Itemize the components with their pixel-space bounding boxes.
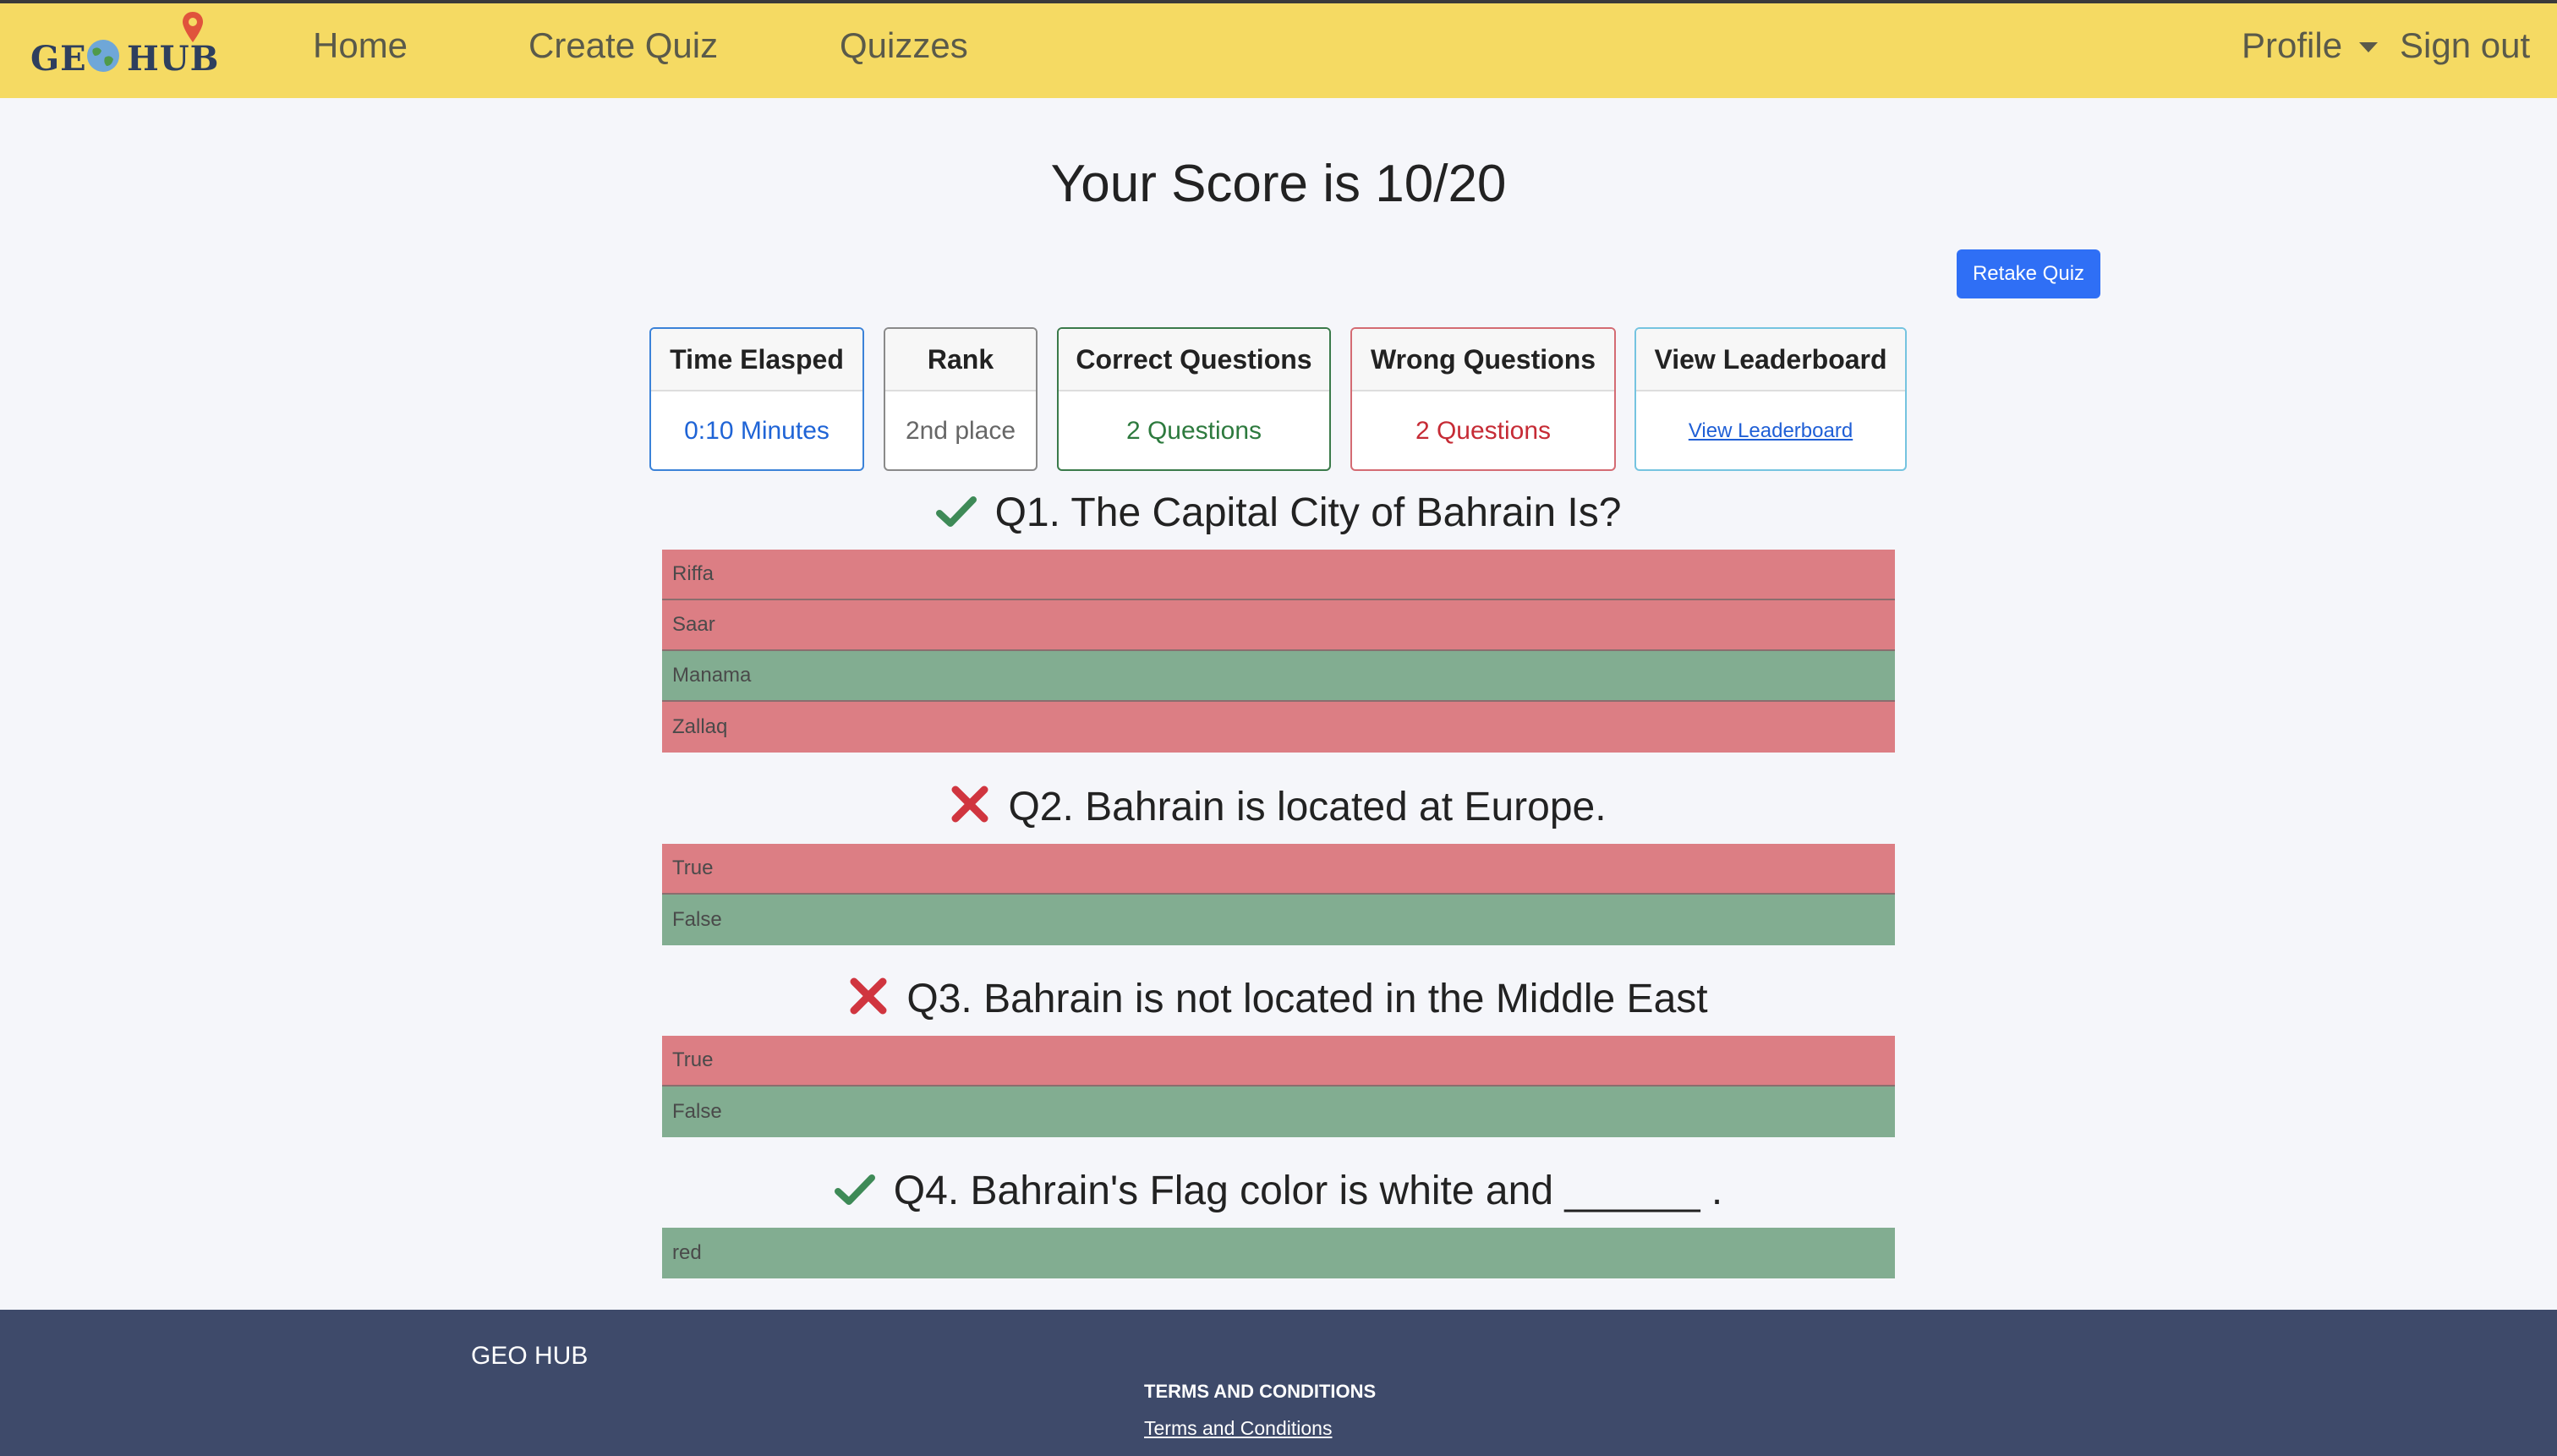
navbar: GE HUB Home Create Quiz Quizzes Profile … <box>0 0 2557 98</box>
card-header: Time Elasped <box>651 329 862 391</box>
cross-icon <box>950 785 989 834</box>
question-title: Q3. Bahrain is not located in the Middle… <box>0 976 2557 1026</box>
wrong-answer-option: True <box>662 1036 1895 1087</box>
nav-create-quiz[interactable]: Create Quiz <box>528 25 718 66</box>
terms-and-conditions-link[interactable]: Terms and Conditions <box>1144 1417 1332 1440</box>
wrong-questions-card: Wrong Questions 2 Questions <box>1350 327 1616 471</box>
card-header: Correct Questions <box>1059 329 1329 391</box>
cross-icon <box>849 977 888 1026</box>
logo-text-hub: HUB <box>127 39 220 79</box>
nav-sign-out[interactable]: Sign out <box>2400 25 2530 66</box>
question-text: Q4. Bahrain's Flag color is white and __… <box>893 1169 1723 1213</box>
question-title: Q1. The Capital City of Bahrain Is? <box>0 490 2557 539</box>
rank-value: 2nd place <box>905 417 1016 445</box>
answer-list: Riffa Saar Manama Zallaq <box>662 550 1895 753</box>
card-header: Wrong Questions <box>1352 329 1614 391</box>
check-icon <box>935 492 977 539</box>
wrong-answer-option: True <box>662 844 1895 895</box>
score-title: Your Score is 10/20 <box>1050 155 1507 213</box>
wrong-answer-option: Riffa <box>662 550 1895 600</box>
card-body: View Leaderboard <box>1636 391 1905 469</box>
question-text: Q2. Bahrain is located at Europe. <box>1008 785 1607 829</box>
correct-answer-option: False <box>662 895 1895 945</box>
wrong-answer-option: Zallaq <box>662 702 1895 753</box>
card-header: Rank <box>885 329 1036 391</box>
map-pin-icon <box>183 12 203 42</box>
card-header: View Leaderboard <box>1636 329 1905 391</box>
correct-questions-value: 2 Questions <box>1125 417 1262 445</box>
footer-brand: GEO HUB <box>471 1342 589 1370</box>
nav-profile-dropdown[interactable]: Profile <box>2242 25 2342 66</box>
caret-down-icon[interactable] <box>2359 42 2378 52</box>
view-leaderboard-link[interactable]: View Leaderboard <box>1689 419 1853 443</box>
leaderboard-card: View Leaderboard View Leaderboard <box>1634 327 1907 471</box>
retake-quiz-button[interactable]: Retake Quiz <box>1957 249 2100 298</box>
question-title: Q2. Bahrain is located at Europe. <box>0 784 2557 834</box>
correct-answer-option: Manama <box>662 651 1895 702</box>
nav-quizzes[interactable]: Quizzes <box>840 25 968 66</box>
nav-home[interactable]: Home <box>313 25 408 66</box>
wrong-questions-value: 2 Questions <box>1415 417 1552 445</box>
answer-list: True False <box>662 1036 1895 1137</box>
check-icon <box>834 1170 875 1217</box>
question-text: Q3. Bahrain is not located in the Middle… <box>906 977 1708 1021</box>
correct-answer-option: red <box>662 1228 1895 1278</box>
question-title: Q4. Bahrain's Flag color is white and __… <box>0 1168 2557 1217</box>
logo-text-geo: GE <box>30 39 87 79</box>
geo-hub-logo[interactable]: GE HUB <box>30 12 220 90</box>
rank-card: Rank 2nd place <box>884 327 1038 471</box>
globe-icon <box>87 40 119 72</box>
correct-questions-card: Correct Questions 2 Questions <box>1057 327 1331 471</box>
footer: GEO HUB TERMS AND CONDITIONS Terms and C… <box>0 1310 2557 1456</box>
answer-list: True False <box>662 844 1895 945</box>
answer-list: red <box>662 1228 1895 1278</box>
correct-answer-option: False <box>662 1087 1895 1137</box>
time-elapsed-card: Time Elasped 0:10 Minutes <box>649 327 864 471</box>
footer-terms-heading: TERMS AND CONDITIONS <box>1144 1381 1377 1402</box>
question-text: Q1. The Capital City of Bahrain Is? <box>994 490 1622 535</box>
time-elapsed-value: 0:10 Minutes <box>684 417 830 445</box>
wrong-answer-option: Saar <box>662 600 1895 651</box>
